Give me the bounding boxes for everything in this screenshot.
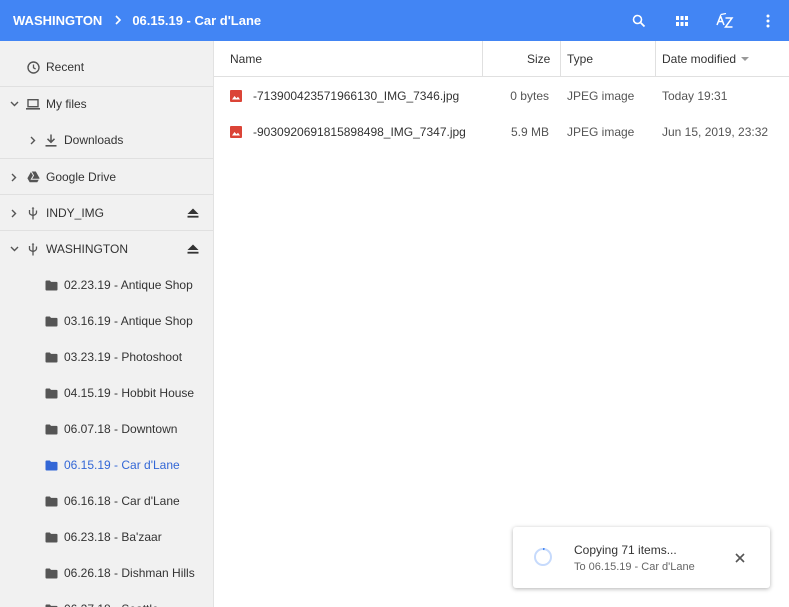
sidebar-item-label: 06.27.18 - Seattle <box>64 602 159 607</box>
sidebar: Recent My files Downloads Google Drive I… <box>0 41 214 607</box>
column-header-name[interactable]: Name <box>230 41 262 77</box>
column-header-date[interactable]: Date modified <box>662 41 750 77</box>
table-header: Name Size Type Date modified <box>214 41 789 77</box>
sidebar-item-label: 06.16.18 - Car d'Lane <box>64 494 180 508</box>
laptop-icon <box>26 97 40 111</box>
sidebar-item-downloads[interactable]: Downloads <box>0 122 213 158</box>
sort-az-icon <box>715 12 733 28</box>
drive-icon <box>26 170 40 184</box>
sidebar-folder-item[interactable]: 06.23.18 - Ba'zaar <box>0 519 213 555</box>
sidebar-item-label: INDY_IMG <box>46 206 105 220</box>
column-divider[interactable] <box>560 41 561 77</box>
usb-icon <box>26 242 40 256</box>
more-options-button[interactable] <box>746 0 789 41</box>
sidebar-item-indy-img[interactable]: INDY_IMG <box>0 195 213 231</box>
folder-icon <box>44 314 58 328</box>
file-name: -9030920691815898498_IMG_7347.jpg <box>253 125 466 139</box>
folder-icon <box>44 350 58 364</box>
breadcrumb-root[interactable]: WASHINGTON <box>13 13 102 28</box>
file-name: -713900423571966130_IMG_7346.jpg <box>253 89 460 103</box>
sidebar-item-google-drive[interactable]: Google Drive <box>0 159 213 195</box>
sidebar-item-recent[interactable]: Recent <box>0 49 213 85</box>
eject-icon[interactable] <box>186 242 200 256</box>
sidebar-item-my-files[interactable]: My files <box>0 86 213 122</box>
sidebar-folder-item[interactable]: 06.27.18 - Seattle <box>0 591 213 607</box>
file-size: 5.9 MB <box>510 125 549 139</box>
folder-icon <box>44 278 58 292</box>
sidebar-item-label: Google Drive <box>46 170 117 184</box>
file-date-modified: Today 19:31 <box>662 89 728 103</box>
folder-icon <box>44 422 58 436</box>
progress-spinner-icon <box>534 548 552 566</box>
folder-icon <box>44 458 58 472</box>
sort-button[interactable] <box>703 0 746 41</box>
sidebar-folder-item[interactable]: 04.15.19 - Hobbit House <box>0 375 213 411</box>
sidebar-item-label: 06.15.19 - Car d'Lane <box>64 458 180 472</box>
sidebar-item-label: My files <box>46 97 87 111</box>
sidebar-item-label: Recent <box>46 60 85 74</box>
breadcrumb-separator-icon <box>114 13 122 28</box>
toast-title: Copying 71 items... <box>574 543 677 557</box>
file-size: 0 bytes <box>510 89 549 103</box>
image-file-icon <box>230 90 242 102</box>
search-icon <box>632 14 645 27</box>
sidebar-item-label: Downloads <box>64 133 124 147</box>
sidebar-folder-item[interactable]: 02.23.19 - Antique Shop <box>0 267 213 303</box>
sidebar-item-label: 03.23.19 - Photoshoot <box>64 350 183 364</box>
sidebar-folder-item[interactable]: 06.15.19 - Car d'Lane <box>0 447 213 483</box>
sidebar-folder-item[interactable]: 06.26.18 - Dishman Hills <box>0 555 213 591</box>
sidebar-item-label: 04.15.19 - Hobbit House <box>64 386 195 400</box>
title-bar: WASHINGTON 06.15.19 - Car d'Lane <box>0 0 789 41</box>
sidebar-item-label: WASHINGTON <box>46 242 129 256</box>
table-row[interactable]: -713900423571966130_IMG_7346.jpg 0 bytes J… <box>214 78 789 114</box>
sidebar-folder-item[interactable]: 06.07.18 - Downtown <box>0 411 213 447</box>
close-icon <box>735 553 745 563</box>
breadcrumb: WASHINGTON 06.15.19 - Car d'Lane <box>0 13 261 28</box>
clock-icon <box>26 60 40 74</box>
chevron-right-icon[interactable] <box>9 172 19 182</box>
file-type: JPEG image <box>567 89 635 103</box>
file-list-pane: Name Size Type Date modified -7139004235… <box>214 41 789 607</box>
sidebar-item-label: 06.07.18 - Downtown <box>64 422 178 436</box>
folder-icon <box>44 566 58 580</box>
folder-icon <box>44 530 58 544</box>
sidebar-item-label: 03.16.19 - Antique Shop <box>64 314 193 328</box>
chevron-down-icon[interactable] <box>9 99 19 109</box>
grid-view-button[interactable] <box>660 0 703 41</box>
usb-icon <box>26 206 40 220</box>
grid-view-icon <box>675 15 688 26</box>
sidebar-folder-item[interactable]: 03.23.19 - Photoshoot <box>0 339 213 375</box>
file-date-modified: Jun 15, 2019, 23:32 <box>662 125 769 139</box>
column-header-size[interactable]: Size <box>527 41 550 77</box>
more-vert-icon <box>766 14 769 27</box>
column-header-date-label: Date modified <box>662 52 737 66</box>
toast-subtitle: To 06.15.19 - Car d'Lane <box>574 561 695 573</box>
close-toast-button[interactable] <box>731 549 749 567</box>
chevron-right-icon[interactable] <box>28 135 38 145</box>
eject-icon[interactable] <box>186 206 200 220</box>
copy-progress-toast: Copying 71 items... To 06.15.19 - Car d'… <box>513 527 770 588</box>
table-row[interactable]: -9030920691815898498_IMG_7347.jpg 5.9 MB J… <box>214 114 789 150</box>
breadcrumb-current[interactable]: 06.15.19 - Car d'Lane <box>132 13 261 28</box>
sort-descending-icon <box>741 57 750 61</box>
sidebar-item-label: 06.23.18 - Ba'zaar <box>64 530 162 544</box>
search-button[interactable] <box>617 0 660 41</box>
sidebar-item-label: 06.26.18 - Dishman Hills <box>64 566 195 580</box>
column-divider[interactable] <box>655 41 656 77</box>
chevron-down-icon[interactable] <box>9 244 19 254</box>
column-header-type[interactable]: Type <box>567 41 593 77</box>
sidebar-item-washington[interactable]: WASHINGTON <box>0 231 213 267</box>
folder-icon <box>44 386 58 400</box>
chevron-right-icon[interactable] <box>9 208 19 218</box>
image-file-icon <box>230 126 242 138</box>
sidebar-folder-item[interactable]: 03.16.19 - Antique Shop <box>0 303 213 339</box>
download-icon <box>44 133 58 147</box>
sidebar-folder-item[interactable]: 06.16.18 - Car d'Lane <box>0 483 213 519</box>
sidebar-item-label: 02.23.19 - Antique Shop <box>64 278 193 292</box>
file-type: JPEG image <box>567 125 635 139</box>
folder-icon <box>44 494 58 508</box>
folder-icon <box>44 602 58 607</box>
column-divider[interactable] <box>482 41 483 77</box>
